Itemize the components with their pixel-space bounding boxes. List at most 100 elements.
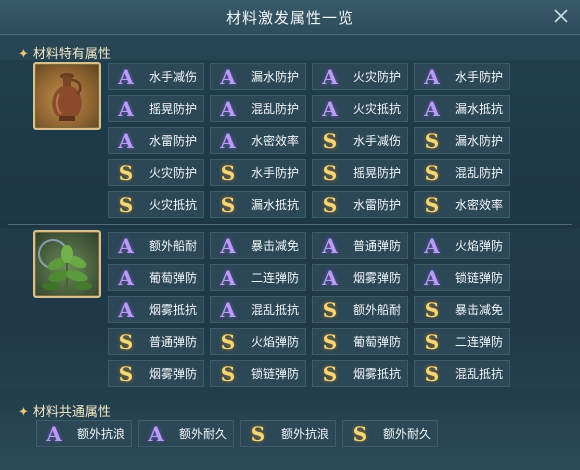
grade-s-badge: S (118, 193, 134, 217)
attribute-cell[interactable]: S 火焰弹防 (210, 328, 306, 355)
attribute-cell[interactable]: A 火焰弹防 (414, 232, 510, 259)
grade-s-badge: S (352, 422, 368, 446)
grade-s-badge: S (322, 161, 338, 185)
attribute-cell[interactable]: S 水手减伤 (312, 127, 408, 154)
attribute-cell[interactable]: S 锁链弹防 (210, 360, 306, 387)
grade-s-badge: S (118, 362, 134, 386)
grade-a-badge: A (118, 298, 134, 322)
attribute-label: 混乱防护 (455, 166, 504, 180)
attribute-cell[interactable]: S 漏水抵抗 (210, 191, 306, 218)
attribute-cell[interactable]: A 水手减伤 (108, 63, 204, 90)
attribute-cell[interactable]: A 漏水防护 (210, 63, 306, 90)
attribute-label: 火灾防护 (353, 70, 402, 84)
attribute-cell[interactable]: S 额外船耐 (312, 296, 408, 323)
grade-a-badge: A (148, 422, 164, 446)
grade-s-badge: S (220, 362, 236, 386)
attribute-cell[interactable]: S 二连弹防 (414, 328, 510, 355)
attribute-cell[interactable]: S 混乱抵抗 (414, 360, 510, 387)
attribute-label: 火焰弹防 (251, 335, 300, 349)
attribute-label: 额外船耐 (353, 303, 402, 317)
attribute-cell[interactable]: S 烟雾弹防 (108, 360, 204, 387)
close-icon[interactable] (550, 5, 572, 27)
diamond-icon: ✦ (18, 405, 29, 420)
attribute-cell[interactable]: S 水雷防护 (312, 191, 408, 218)
attribute-cell[interactable]: A 烟雾弹防 (312, 264, 408, 291)
grade-a-badge: A (118, 65, 134, 89)
attribute-cell[interactable]: S 暴击减免 (414, 296, 510, 323)
attribute-label: 二连弹防 (251, 271, 300, 285)
attribute-label: 水密效率 (251, 134, 300, 148)
grade-a-badge: A (424, 65, 440, 89)
attribute-cell[interactable]: S 额外耐久 (342, 420, 438, 447)
grade-a-badge: A (118, 97, 134, 121)
grade-s-badge: S (424, 330, 440, 354)
attribute-cell[interactable]: S 葡萄弹防 (312, 328, 408, 355)
attribute-cell[interactable]: A 额外船耐 (108, 232, 204, 259)
attribute-cell[interactable]: S 混乱防护 (414, 159, 510, 186)
grade-a-badge: A (220, 234, 236, 258)
attribute-label: 水手防护 (455, 70, 504, 84)
grade-s-badge: S (322, 298, 338, 322)
attribute-label: 烟雾抵抗 (149, 303, 198, 317)
attribute-cell[interactable]: A 额外抗浪 (36, 420, 132, 447)
grade-s-badge: S (424, 362, 440, 386)
attribute-cell[interactable]: A 二连弹防 (210, 264, 306, 291)
attribute-cell[interactable]: A 漏水抵抗 (414, 95, 510, 122)
grade-s-badge: S (250, 422, 266, 446)
attribute-cell[interactable]: A 锁链弹防 (414, 264, 510, 291)
attribute-label: 暴击减免 (251, 239, 300, 253)
attribute-label: 二连弹防 (455, 335, 504, 349)
herb-plant-icon[interactable] (33, 230, 101, 298)
grade-a-badge: A (118, 234, 134, 258)
attribute-label: 额外抗浪 (77, 427, 126, 441)
attribute-cell[interactable]: S 火灾抵抗 (108, 191, 204, 218)
attribute-cell[interactable]: S 普通弹防 (108, 328, 204, 355)
grade-a-badge: A (424, 234, 440, 258)
attribute-label: 额外耐久 (179, 427, 228, 441)
attribute-cell[interactable]: S 漏水防护 (414, 127, 510, 154)
attribute-cell[interactable]: A 火灾防护 (312, 63, 408, 90)
attribute-cell[interactable]: A 水雷防护 (108, 127, 204, 154)
attribute-label: 混乱防护 (251, 102, 300, 116)
attribute-cell[interactable]: A 混乱防护 (210, 95, 306, 122)
attribute-label: 水手减伤 (149, 70, 198, 84)
attribute-cell[interactable]: A 水密效率 (210, 127, 306, 154)
attribute-label: 普通弹防 (353, 239, 402, 253)
attribute-cell[interactable]: A 葡萄弹防 (108, 264, 204, 291)
grade-s-badge: S (424, 161, 440, 185)
attribute-label: 水密效率 (455, 198, 504, 212)
attribute-cell[interactable]: A 火灾抵抗 (312, 95, 408, 122)
vase-icon[interactable] (33, 62, 101, 130)
grade-s-badge: S (424, 129, 440, 153)
attribute-label: 火灾防护 (149, 166, 198, 180)
attribute-cell[interactable]: S 摇晃防护 (312, 159, 408, 186)
attribute-cell[interactable]: S 烟雾抵抗 (312, 360, 408, 387)
attribute-label: 火灾抵抗 (149, 198, 198, 212)
grade-s-badge: S (424, 298, 440, 322)
attribute-label: 混乱抵抗 (251, 303, 300, 317)
attribute-label: 漏水抵抗 (455, 102, 504, 116)
attribute-cell[interactable]: A 烟雾抵抗 (108, 296, 204, 323)
attribute-label: 葡萄弹防 (149, 271, 198, 285)
attribute-label: 混乱抵抗 (455, 367, 504, 381)
attribute-cell[interactable]: A 暴击减免 (210, 232, 306, 259)
attribute-cell[interactable]: A 摇晃防护 (108, 95, 204, 122)
attribute-label: 摇晃防护 (149, 102, 198, 116)
attribute-label: 额外抗浪 (281, 427, 330, 441)
grade-a-badge: A (118, 266, 134, 290)
attribute-cell[interactable]: S 火灾防护 (108, 159, 204, 186)
attribute-cell[interactable]: A 普通弹防 (312, 232, 408, 259)
grade-a-badge: A (424, 266, 440, 290)
attribute-cell[interactable]: S 水密效率 (414, 191, 510, 218)
grade-s-badge: S (118, 330, 134, 354)
attribute-label: 水手防护 (251, 166, 300, 180)
attribute-cell[interactable]: S 额外抗浪 (240, 420, 336, 447)
attribute-cell[interactable]: S 水手防护 (210, 159, 306, 186)
attribute-cell[interactable]: A 水手防护 (414, 63, 510, 90)
attribute-cell[interactable]: A 混乱抵抗 (210, 296, 306, 323)
attribute-label: 火焰弹防 (455, 239, 504, 253)
grade-a-badge: A (118, 129, 134, 153)
grade-a-badge: A (322, 234, 338, 258)
attribute-cell[interactable]: A 额外耐久 (138, 420, 234, 447)
attribute-label: 烟雾抵抗 (353, 367, 402, 381)
